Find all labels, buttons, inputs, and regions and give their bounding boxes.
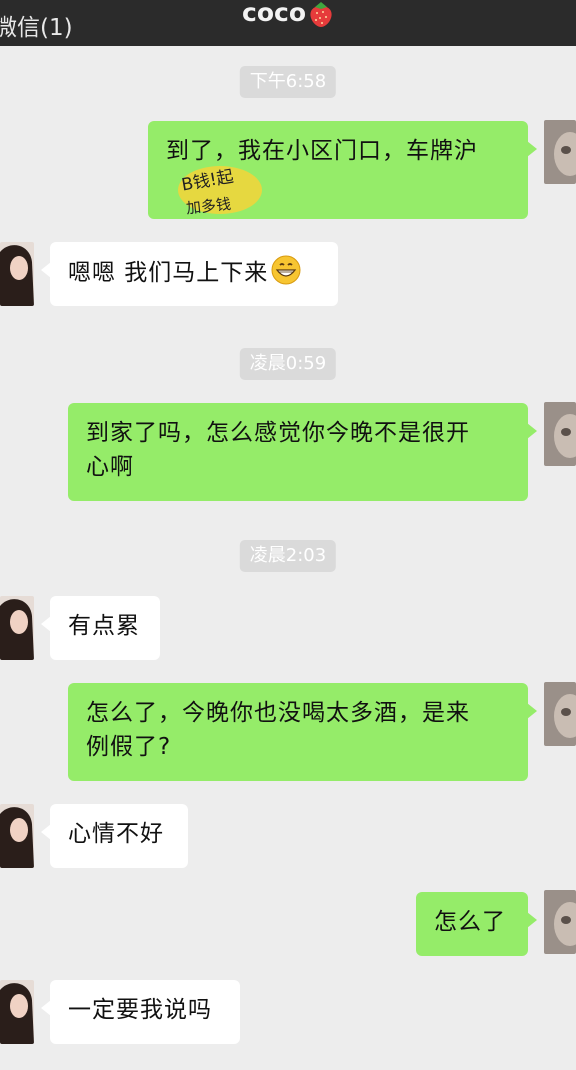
message-timestamp: 凌晨0:59 bbox=[239, 348, 337, 380]
message-text-line: 怎么了，今晚你也没喝太多酒，是来 bbox=[86, 700, 470, 726]
my-avatar[interactable] bbox=[544, 682, 576, 746]
my-avatar[interactable] bbox=[544, 890, 576, 954]
message-text: 一定要我说吗 bbox=[68, 997, 212, 1023]
chat-title: coco bbox=[242, 0, 306, 27]
message-text: 有点累 bbox=[68, 613, 140, 639]
my-avatar[interactable] bbox=[544, 402, 576, 466]
outgoing-message-bubble[interactable]: 怎么了，今晚你也没喝太多酒，是来 例假了? bbox=[68, 683, 537, 781]
message-timestamp: 凌晨2:03 bbox=[239, 540, 337, 572]
outgoing-message-bubble[interactable]: 怎么了 bbox=[416, 892, 537, 956]
contact-avatar[interactable] bbox=[0, 596, 34, 660]
grinning-face-icon bbox=[271, 255, 301, 285]
message-text: 嗯嗯 我们马上下来 bbox=[68, 260, 269, 286]
my-avatar[interactable] bbox=[544, 120, 576, 184]
sticker-line-2: 加多钱 bbox=[185, 195, 232, 216]
incoming-message-bubble[interactable]: 有点累 bbox=[41, 596, 160, 660]
contact-avatar[interactable] bbox=[0, 980, 34, 1044]
contact-avatar[interactable] bbox=[0, 804, 34, 868]
strawberry-icon bbox=[310, 2, 332, 27]
message-text-line: 例假了? bbox=[86, 734, 172, 760]
chat-header: 微信(1) coco bbox=[0, 0, 576, 46]
chat-title-wrap: coco bbox=[0, 0, 576, 30]
contact-avatar[interactable] bbox=[0, 242, 34, 306]
message-text: 怎么了 bbox=[434, 909, 506, 935]
incoming-message-bubble[interactable]: 嗯嗯 我们马上下来 bbox=[41, 242, 338, 306]
incoming-message-bubble[interactable]: 心情不好 bbox=[41, 804, 188, 868]
message-text: 心情不好 bbox=[68, 821, 164, 847]
message-text-line: 到家了吗，怎么感觉你今晚不是很开 bbox=[86, 420, 470, 446]
sticker-overlay: B钱!起 加多钱 bbox=[178, 166, 262, 216]
message-timestamp: 下午6:58 bbox=[239, 66, 337, 98]
incoming-message-bubble[interactable]: 一定要我说吗 bbox=[41, 980, 240, 1044]
outgoing-message-bubble[interactable]: 到家了吗，怎么感觉你今晚不是很开 心啊 bbox=[68, 403, 537, 501]
message-text-line: 心啊 bbox=[86, 454, 134, 480]
